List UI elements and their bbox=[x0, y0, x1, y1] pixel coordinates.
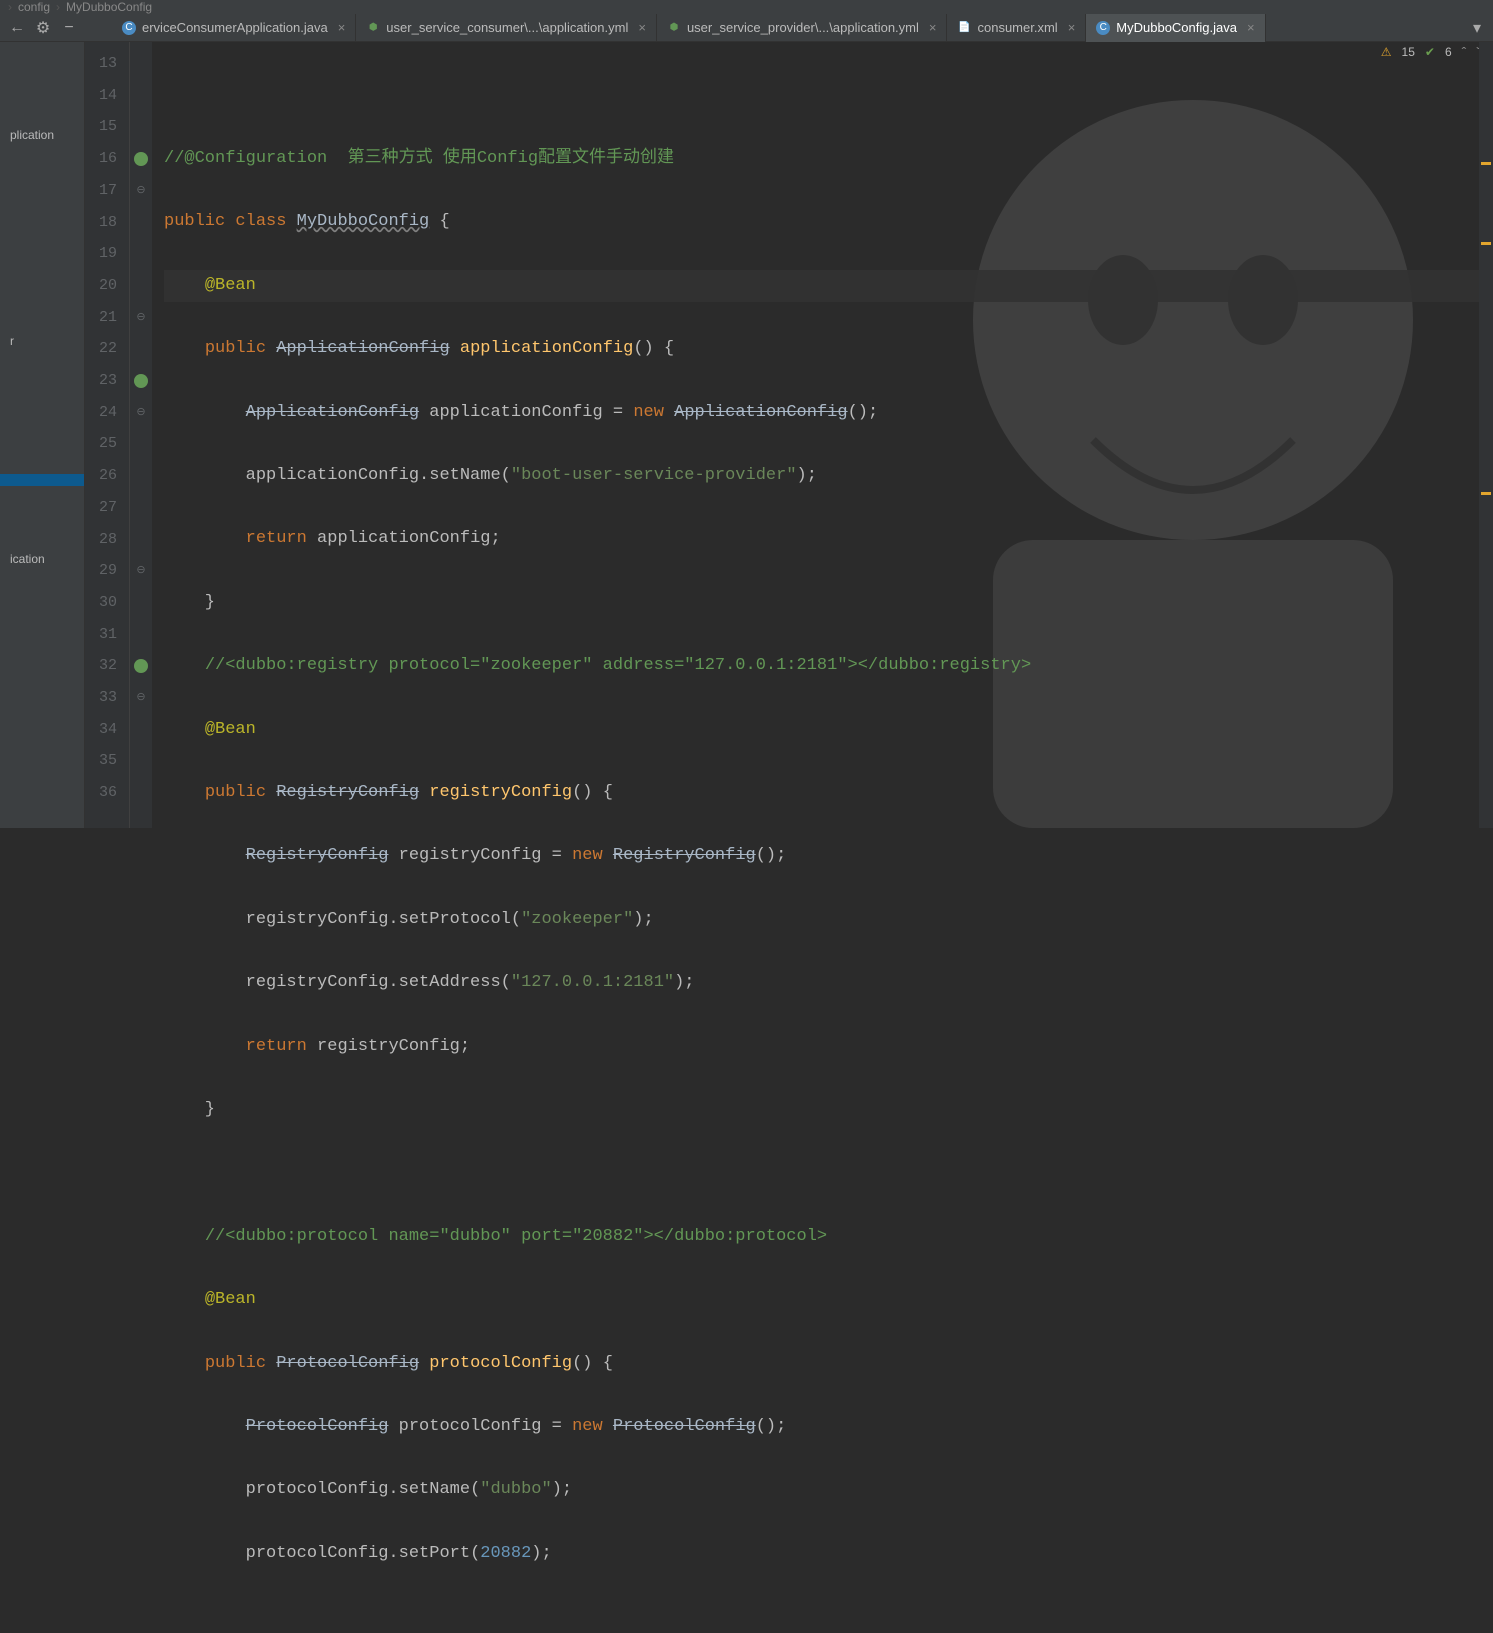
tab-consumer-xml[interactable]: 📄 consumer.xml × bbox=[947, 14, 1086, 42]
tab-label: erviceConsumerApplication.java bbox=[142, 20, 328, 35]
java-class-icon: C bbox=[1096, 21, 1110, 35]
sidebar-item[interactable]: r bbox=[0, 328, 84, 354]
tab-mydubboconfig[interactable]: C MyDubboConfig.java × bbox=[1086, 14, 1265, 42]
yaml-icon: ⬢ bbox=[366, 21, 380, 35]
minus-icon[interactable]: − bbox=[56, 17, 82, 39]
breadcrumb-file[interactable]: MyDubboConfig bbox=[66, 0, 152, 14]
sidebar-item-active[interactable] bbox=[0, 474, 84, 486]
gear-icon[interactable]: ⚙ bbox=[30, 17, 56, 39]
toolbar: ← ⚙ − C erviceConsumerApplication.java ×… bbox=[0, 14, 1493, 42]
close-icon[interactable]: × bbox=[638, 20, 646, 35]
xml-icon: 📄 bbox=[957, 21, 971, 35]
tab-label: user_service_provider\...\application.ym… bbox=[687, 20, 919, 35]
tab-label: user_service_consumer\...\application.ym… bbox=[386, 20, 628, 35]
editor[interactable]: 1314151617181920212223242526272829303132… bbox=[85, 42, 1493, 828]
tab-consumer-app[interactable]: C erviceConsumerApplication.java × bbox=[112, 14, 356, 42]
tab-label: consumer.xml bbox=[977, 20, 1057, 35]
close-icon[interactable]: × bbox=[338, 20, 346, 35]
close-icon[interactable]: × bbox=[1247, 20, 1255, 35]
yaml-icon: ⬢ bbox=[667, 21, 681, 35]
breadcrumb-config[interactable]: config bbox=[18, 0, 50, 14]
editor-tabs: C erviceConsumerApplication.java × ⬢ use… bbox=[112, 14, 1465, 42]
sidebar-item[interactable]: plication bbox=[0, 122, 84, 148]
breadcrumb-sep: › bbox=[56, 0, 60, 14]
tab-label: MyDubboConfig.java bbox=[1116, 20, 1237, 35]
project-sidebar: plication r ication bbox=[0, 42, 85, 828]
tab-consumer-yml[interactable]: ⬢ user_service_consumer\...\application.… bbox=[356, 14, 657, 42]
close-icon[interactable]: × bbox=[1068, 20, 1076, 35]
line-gutter: 1314151617181920212223242526272829303132… bbox=[85, 42, 130, 828]
code-area[interactable]: //@Configuration 第三种方式 使用Config配置文件手动创建 … bbox=[152, 42, 1493, 828]
breadcrumb: › config › MyDubboConfig bbox=[0, 0, 1493, 14]
close-icon[interactable]: × bbox=[929, 20, 937, 35]
sidebar-item[interactable]: ication bbox=[0, 546, 84, 572]
breadcrumb-sep: › bbox=[8, 0, 12, 14]
gutter-icons: ⊖⊖⊖⊖⊖ bbox=[130, 42, 152, 828]
tab-provider-yml[interactable]: ⬢ user_service_provider\...\application.… bbox=[657, 14, 948, 42]
error-stripe[interactable] bbox=[1479, 42, 1493, 828]
tab-dropdown-icon[interactable]: ▾ bbox=[1465, 18, 1489, 38]
java-class-icon: C bbox=[122, 21, 136, 35]
back-icon[interactable]: ← bbox=[4, 17, 30, 39]
